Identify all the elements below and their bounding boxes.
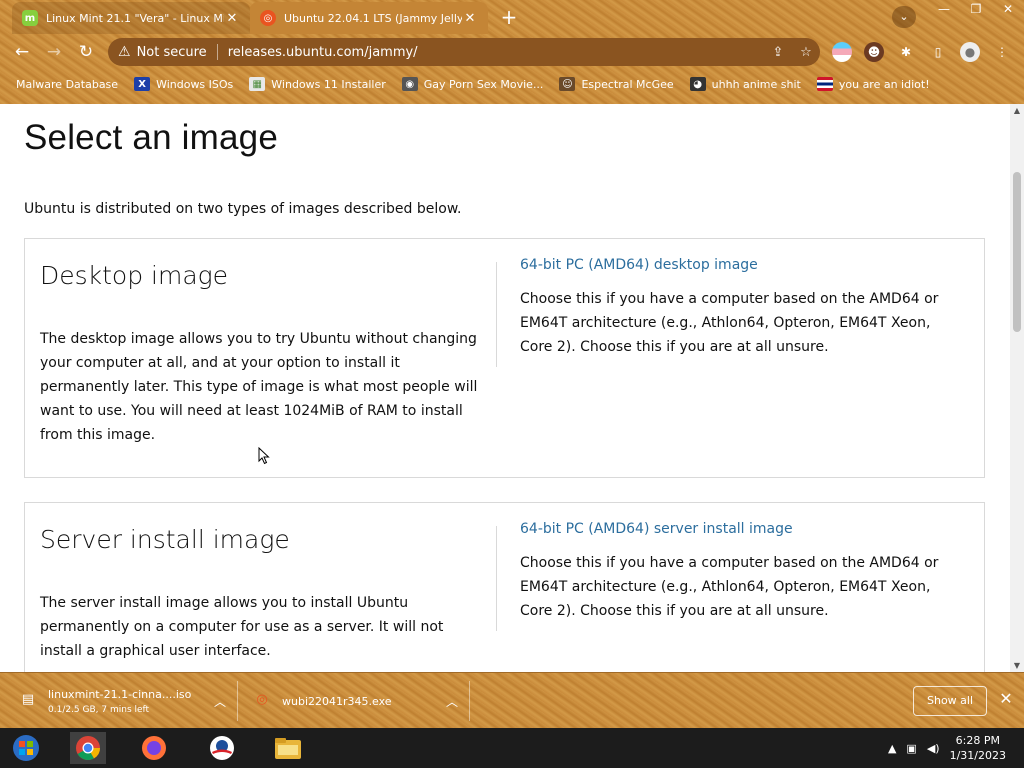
- close-window-icon[interactable]: ✕: [992, 0, 1024, 18]
- clock-date: 1/31/2023: [949, 749, 1006, 762]
- download-name: linuxmint-21.1-cinna....iso: [48, 687, 192, 701]
- face-icon: ☺: [559, 77, 576, 91]
- x-icon: X: [134, 77, 151, 91]
- windows-orb-icon: [13, 735, 39, 761]
- forward-arrow-icon[interactable]: →: [42, 41, 66, 63]
- close-tab-icon[interactable]: ✕: [462, 11, 478, 26]
- folder-icon: [275, 738, 301, 759]
- card-divider: [496, 526, 497, 631]
- browser-chrome: m Linux Mint 21.1 "Vera" - Linux Mint ✕ …: [0, 0, 1024, 104]
- server-image-description: The server install image allows you to i…: [40, 595, 444, 659]
- tab-ubuntu[interactable]: ◎ Ubuntu 22.04.1 LTS (Jammy Jellyfish) ✕: [250, 2, 488, 34]
- server-image-heading: Server install image: [40, 525, 290, 554]
- trans-flag-extension-icon[interactable]: [832, 42, 852, 62]
- tab-title: Linux Mint 21.1 "Vera" - Linux Mint: [46, 11, 224, 25]
- address-bar[interactable]: ⚠ Not secure releases.ubuntu.com/jammy/ …: [108, 38, 820, 66]
- warning-triangle-icon[interactable]: ⚠: [118, 44, 131, 60]
- tab-strip: m Linux Mint 21.1 "Vera" - Linux Mint ✕ …: [0, 0, 1024, 34]
- flag-icon: [816, 77, 833, 91]
- image-icon: ▦: [249, 77, 266, 91]
- url-text[interactable]: releases.ubuntu.com/jammy/: [228, 45, 764, 60]
- desktop-image-heading: Desktop image: [40, 261, 229, 290]
- start-button[interactable]: [8, 732, 44, 764]
- side-panel-icon[interactable]: ▯: [928, 42, 948, 62]
- clock[interactable]: 6:28 PM 1/31/2023: [950, 733, 1006, 763]
- desktop-image-hint: Choose this if you have a computer based…: [520, 291, 939, 355]
- tab-search-chevron-icon[interactable]: ⌄: [892, 6, 916, 28]
- site-icon: ◉: [401, 77, 418, 91]
- taskbar-file-explorer[interactable]: [270, 732, 306, 764]
- taskbar-firefox[interactable]: [136, 732, 172, 764]
- chrome-icon: [76, 736, 100, 761]
- taskbar: ▲ ▣ ◀) 6:28 PM 1/31/2023: [0, 728, 1024, 768]
- firefox-icon: [142, 736, 166, 760]
- puzzle-extensions-icon[interactable]: ✱: [896, 42, 916, 62]
- volume-icon[interactable]: ◀): [927, 742, 940, 755]
- security-label[interactable]: Not secure: [137, 45, 207, 60]
- show-hidden-icons-icon[interactable]: ▲: [888, 742, 896, 755]
- scrollbar-thumb[interactable]: [1013, 172, 1021, 332]
- download-divider: [469, 681, 470, 721]
- ubuntu-icon: ◎: [256, 692, 268, 707]
- page-viewport: Select an image Ubuntu is distributed on…: [0, 104, 1010, 672]
- network-icon[interactable]: ▣: [906, 742, 916, 755]
- download-item-wubi[interactable]: ◎ wubi22041r345.exe ︿: [254, 681, 458, 721]
- star-bookmark-icon[interactable]: ☆: [792, 45, 820, 60]
- close-download-bar-icon[interactable]: ✕: [996, 689, 1016, 708]
- share-icon[interactable]: ⇪: [764, 45, 792, 60]
- page-title: Select an image: [24, 118, 278, 157]
- close-tab-icon[interactable]: ✕: [224, 11, 240, 26]
- browser-toolbar: ← → ↻ ⚠ Not secure releases.ubuntu.com/j…: [0, 34, 1024, 70]
- bookmark-site[interactable]: ◉ Gay Porn Sex Movie...: [401, 77, 543, 91]
- download-status: 0.1/2.5 GB, 7 mins left: [48, 704, 150, 715]
- download-bar: ▤ linuxmint-21.1-cinna....iso 0.1/2.5 GB…: [0, 672, 1024, 728]
- back-arrow-icon[interactable]: ←: [10, 41, 34, 63]
- reload-icon[interactable]: ↻: [74, 41, 98, 63]
- scroll-up-icon[interactable]: ▲: [1010, 106, 1024, 115]
- clock-time: 6:28 PM: [955, 734, 1000, 747]
- menu-dots-icon[interactable]: ⋮: [992, 42, 1012, 62]
- page-scrollbar[interactable]: ▲ ▼: [1010, 104, 1024, 672]
- address-separator: [216, 44, 218, 60]
- intro-text: Ubuntu is distributed on two types of im…: [24, 201, 462, 217]
- profile-icon[interactable]: ●: [960, 42, 980, 62]
- server-image-card: Server install image The server install …: [24, 502, 985, 672]
- chevron-up-icon[interactable]: ︿: [214, 693, 226, 710]
- tab-linux-mint[interactable]: m Linux Mint 21.1 "Vera" - Linux Mint ✕: [12, 2, 250, 34]
- chevron-up-icon[interactable]: ︿: [446, 693, 458, 710]
- bookmark-windows-isos[interactable]: X Windows ISOs: [134, 77, 233, 91]
- file-icon: ▤: [21, 692, 35, 707]
- mouse-cursor-icon: [258, 447, 270, 465]
- mint-icon: m: [22, 10, 38, 26]
- server-image-link[interactable]: 64-bit PC (AMD64) server install image: [520, 521, 793, 537]
- anime-icon: ◕: [689, 77, 706, 91]
- download-divider: [237, 681, 238, 721]
- bookmark-espectral-mcgee[interactable]: ☺ Espectral McGee: [559, 77, 674, 91]
- avatar-extension-icon[interactable]: ☻: [864, 42, 884, 62]
- download-item-linuxmint[interactable]: ▤ linuxmint-21.1-cinna....iso 0.1/2.5 GB…: [20, 681, 226, 721]
- ubuntu-icon: ◎: [260, 10, 276, 26]
- tab-title: Ubuntu 22.04.1 LTS (Jammy Jellyfish): [284, 11, 462, 25]
- app-logo-icon: [210, 736, 234, 760]
- desktop-image-description: The desktop image allows you to try Ubun…: [40, 331, 478, 443]
- taskbar-app[interactable]: [204, 732, 240, 764]
- new-tab-button[interactable]: +: [496, 6, 522, 28]
- taskbar-chrome[interactable]: [70, 732, 106, 764]
- minimize-icon[interactable]: —: [928, 0, 960, 18]
- window-controls: — ❐ ✕: [928, 0, 1024, 18]
- desktop-image-card: Desktop image The desktop image allows y…: [24, 238, 985, 478]
- server-image-hint: Choose this if you have a computer based…: [520, 555, 939, 619]
- bookmark-malware-database[interactable]: Malware Database: [16, 78, 118, 91]
- scroll-down-icon[interactable]: ▼: [1010, 661, 1024, 670]
- bookmark-you-are-an-idiot[interactable]: you are an idiot!: [816, 77, 930, 91]
- bookmark-anime[interactable]: ◕ uhhh anime shit: [689, 77, 801, 91]
- show-all-button[interactable]: Show all: [913, 686, 987, 716]
- bookmarks-bar: Malware Database X Windows ISOs ▦ Window…: [0, 72, 1024, 96]
- download-name: wubi22041r345.exe: [282, 694, 392, 708]
- restore-icon[interactable]: ❐: [960, 0, 992, 18]
- bookmark-windows-11-installer[interactable]: ▦ Windows 11 Installer: [249, 77, 386, 91]
- system-tray: ▲ ▣ ◀) 6:28 PM 1/31/2023: [888, 728, 1024, 768]
- desktop-image-link[interactable]: 64-bit PC (AMD64) desktop image: [520, 257, 758, 273]
- card-divider: [496, 262, 497, 367]
